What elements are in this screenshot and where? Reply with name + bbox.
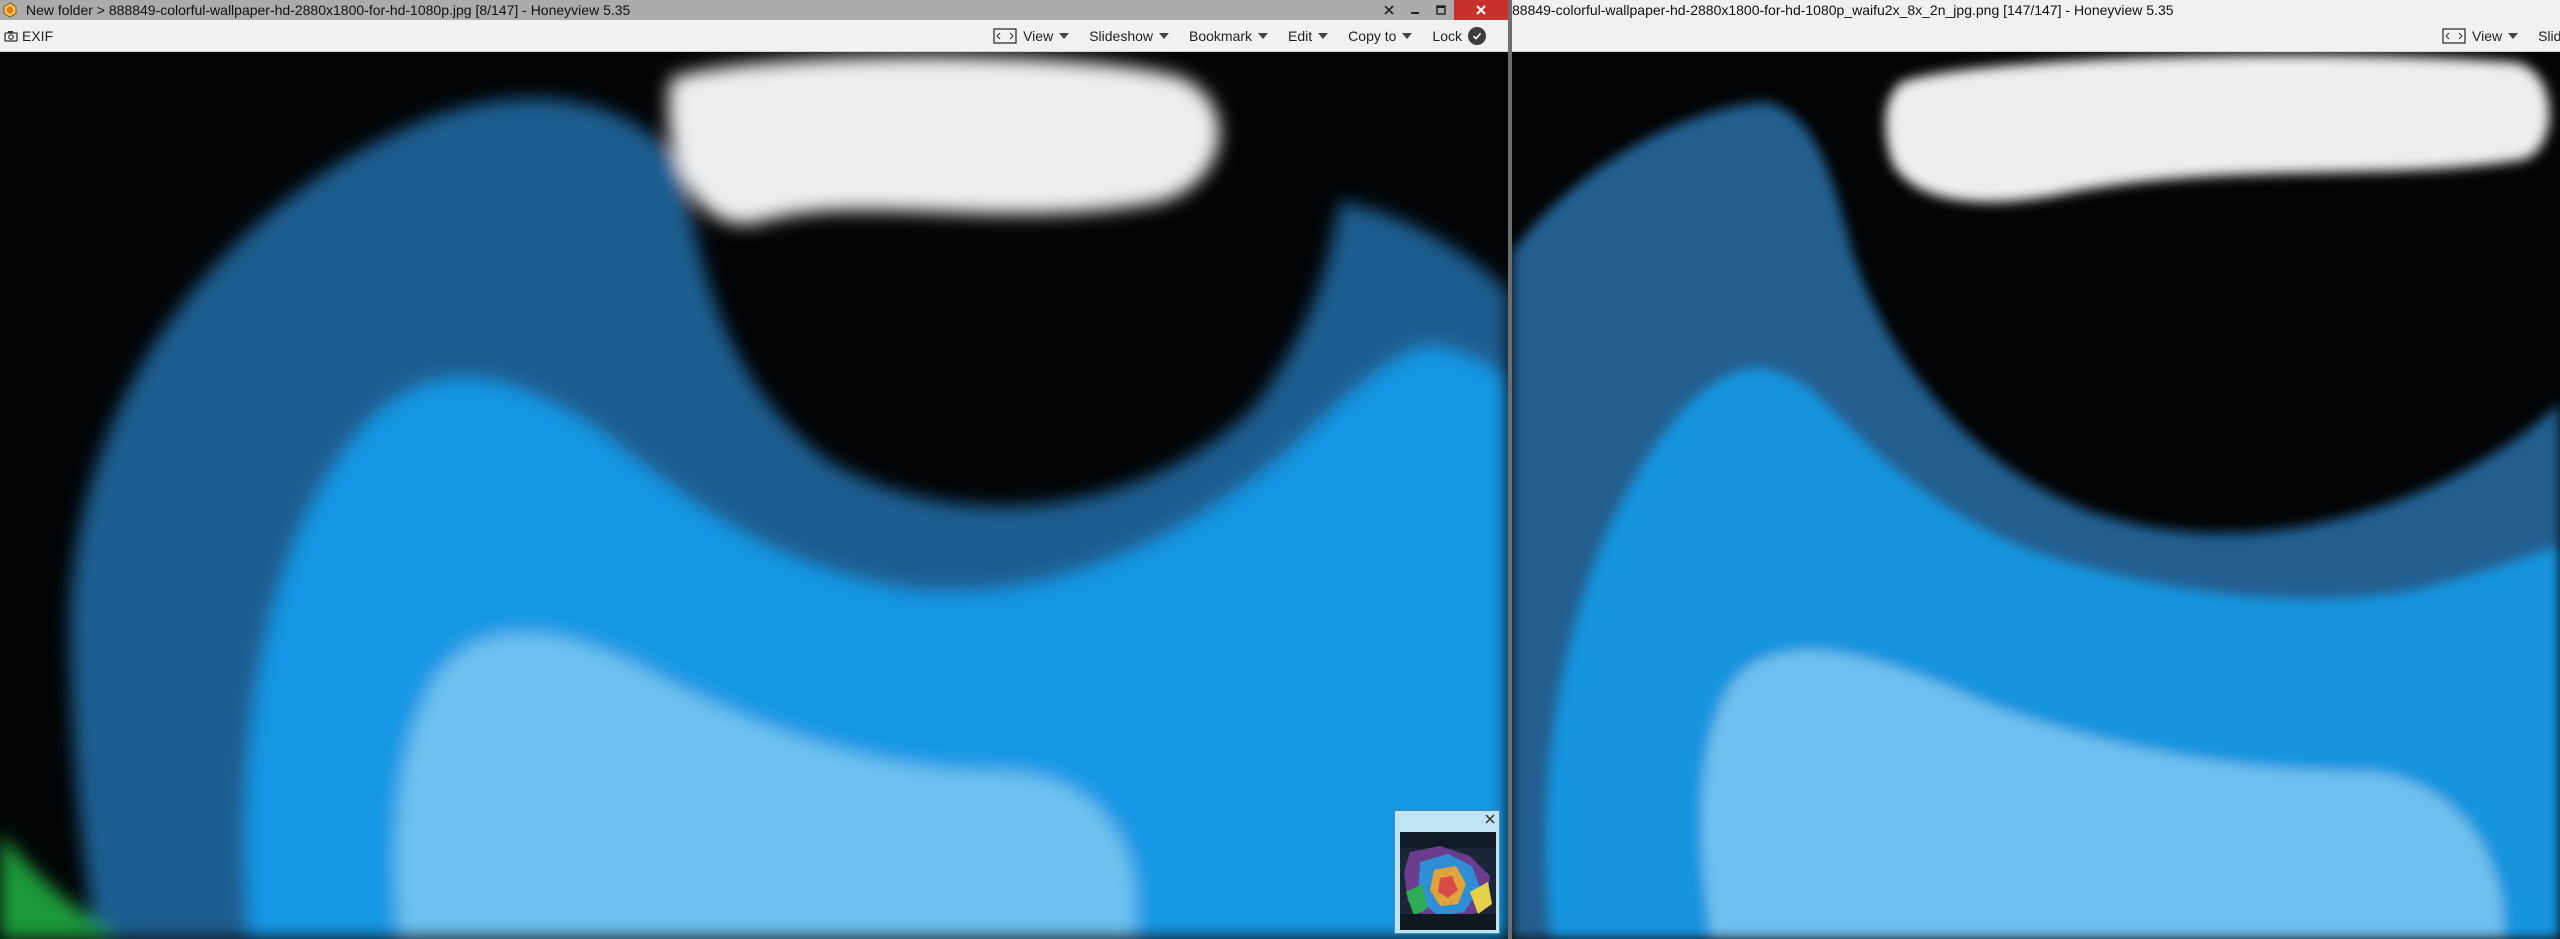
exif-label: EXIF <box>22 27 54 44</box>
slideshow-menu[interactable]: Slideshow <box>1089 27 1170 44</box>
view-frame-icon <box>993 27 1017 44</box>
caret-down-icon <box>1258 32 1269 39</box>
lock-toggle[interactable]: Lock <box>1432 26 1486 45</box>
camera-icon <box>4 30 18 42</box>
view-menu[interactable]: View <box>993 27 1070 44</box>
title-bar[interactable]: 88849-colorful-wallpaper-hd-2880x1800-fo… <box>1512 0 2560 20</box>
title-bar[interactable]: New folder > 888849-colorful-wallpaper-h… <box>0 0 1508 20</box>
left-viewer-window: New folder > 888849-colorful-wallpaper-h… <box>0 0 1508 939</box>
bookmark-menu[interactable]: Bookmark <box>1189 27 1269 44</box>
minimize-icon <box>1411 12 1419 14</box>
lock-label: Lock <box>1432 27 1462 44</box>
copy-to-menu-label: Copy to <box>1348 27 1397 44</box>
toolbar: EXIF View Slideshow Bookmark Edit Copy t… <box>0 20 1508 52</box>
slideshow-menu-label: Slides <box>2538 27 2560 44</box>
close-icon[interactable] <box>1484 813 1496 825</box>
zoomed-image <box>1512 52 2560 939</box>
caret-down-icon <box>2508 32 2519 39</box>
caret-down-icon <box>1159 32 1170 39</box>
exif-button[interactable]: EXIF <box>4 20 53 51</box>
maximize-button[interactable] <box>1428 0 1454 20</box>
view-menu[interactable]: View <box>2442 27 2519 44</box>
caret-down-icon <box>1318 32 1329 39</box>
view-menu-label: View <box>1023 27 1054 44</box>
toolbar-menus: View Slideshow Bookmark Edit Copy to Loc… <box>993 20 1486 51</box>
slideshow-menu-label: Slideshow <box>1089 27 1154 44</box>
edit-menu-label: Edit <box>1288 27 1313 44</box>
slideshow-menu[interactable]: Slides <box>2538 28 2560 44</box>
view-menu-label: View <box>2472 27 2503 44</box>
toolbar-menus: View Slides <box>2442 20 2560 51</box>
pin-icon <box>1384 5 1394 15</box>
lion-thumbnail-image <box>1400 832 1496 930</box>
pin-button[interactable] <box>1376 0 1402 20</box>
caret-down-icon <box>1059 32 1070 39</box>
edit-menu[interactable]: Edit <box>1288 27 1329 44</box>
close-button[interactable] <box>1454 0 1508 20</box>
image-canvas[interactable] <box>1512 52 2560 939</box>
navigator-thumbnail[interactable] <box>1400 832 1496 930</box>
window-title: 88849-colorful-wallpaper-hd-2880x1800-fo… <box>1512 2 2174 18</box>
window-title: New folder > 888849-colorful-wallpaper-h… <box>26 2 631 18</box>
check-circle-icon <box>1468 26 1486 45</box>
view-frame-icon <box>2442 27 2466 44</box>
bookmark-menu-label: Bookmark <box>1189 27 1253 44</box>
zoomed-image <box>0 52 1508 939</box>
minimize-button[interactable] <box>1402 0 1428 20</box>
copy-to-menu[interactable]: Copy to <box>1348 27 1413 44</box>
window-controls <box>1376 0 1508 20</box>
image-canvas[interactable] <box>0 52 1508 939</box>
caret-down-icon <box>1402 32 1413 39</box>
navigator-panel[interactable] <box>1394 810 1500 934</box>
honeyview-app-icon <box>3 2 17 18</box>
close-icon <box>1476 5 1486 15</box>
right-viewer-window: 88849-colorful-wallpaper-hd-2880x1800-fo… <box>1512 0 2560 939</box>
toolbar: View Slides <box>1512 20 2560 52</box>
maximize-icon <box>1436 5 1446 15</box>
